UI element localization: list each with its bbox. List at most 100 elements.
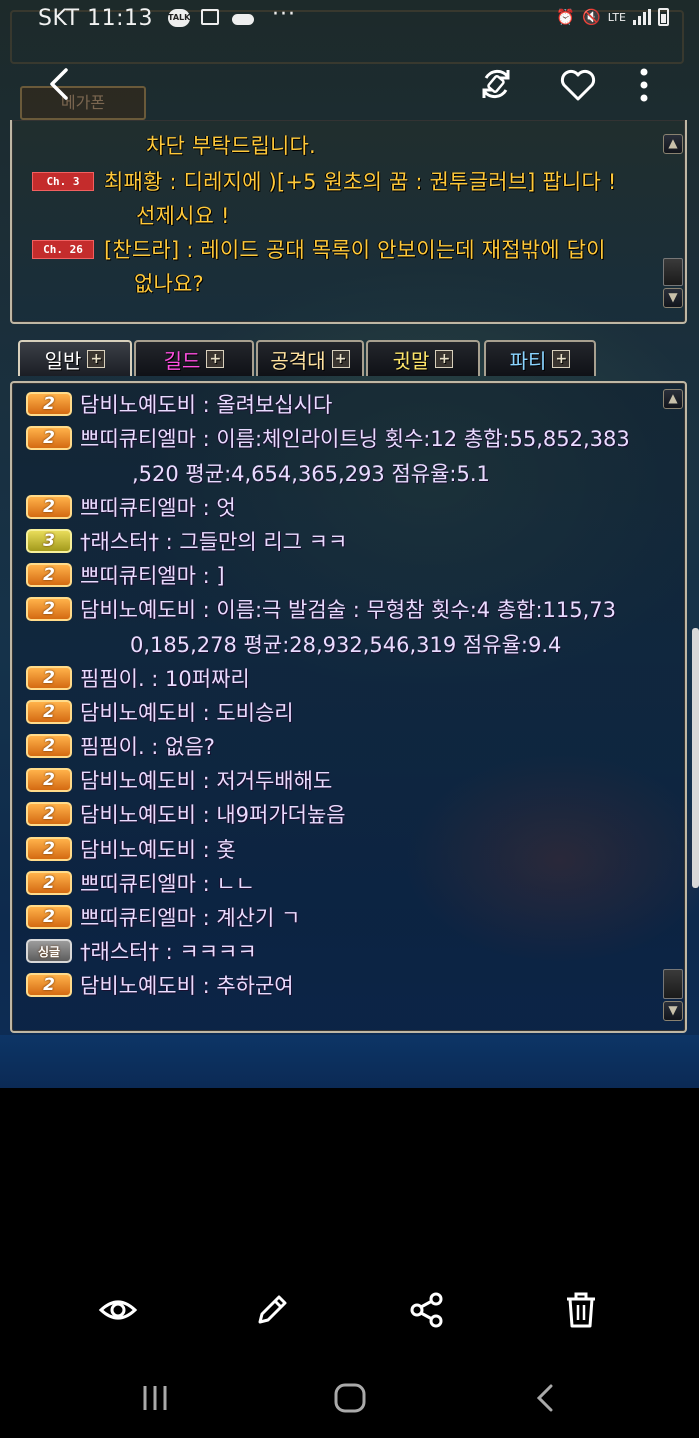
level-badge: 2 (26, 426, 72, 451)
chat-message-continuation: 0,185,278 평균:28,932,546,319 점유율:9.4 (130, 633, 562, 658)
chat-message: 2 담비노예도비 : 도비승리 (26, 697, 294, 727)
world-chat-line: 없나요? (134, 272, 204, 296)
chat-message: 2 핌핌이. : 10퍼짜리 (26, 663, 250, 693)
eye-icon[interactable] (98, 1290, 138, 1330)
level-badge: 2 (26, 734, 72, 758)
level-badge: 2 (26, 973, 72, 998)
share-icon[interactable] (407, 1290, 447, 1330)
chat-message: 2 담비노예도비 : 이름:극 발검술 : 무형참 횟수:4 총합:115,73 (26, 594, 616, 624)
level-badge: 싱글 (26, 939, 72, 964)
chat-message: 2 쁘띠큐티엘마 : ] (26, 560, 225, 590)
chat-message: 2 핌핌이. : 없음? (26, 731, 215, 761)
back-chevron-icon[interactable] (44, 64, 74, 104)
world-chat-line: 차단 부탁드립니다. (146, 134, 316, 158)
world-chat-line: 선제시요 ! (136, 204, 230, 228)
tab-whisper[interactable]: 귓말 + (366, 340, 480, 376)
tab-add-icon[interactable]: + (552, 350, 571, 368)
chat-message-text: 담비노예도비 : 내9퍼가더높음 (80, 803, 346, 828)
tab-label: 일반 (44, 348, 82, 373)
chat-message-text: 쁘띠큐티엘마 : 이름:체인라이트닝 횟수:12 총합:55,852,383 (80, 427, 630, 452)
level-badge: 2 (26, 494, 72, 519)
status-carrier-time: SKT 11:13 (38, 6, 154, 31)
chat-message: 2 담비노예도비 : 올려보십시다 (26, 389, 332, 419)
system-navigation-bar (0, 1360, 699, 1438)
scroll-down-button[interactable]: ▼ (663, 288, 683, 308)
channel-badge: Ch. 3 (32, 172, 94, 191)
chat-message-text: 담비노예도비 : 저거두배해도 (80, 769, 333, 794)
kakaotalk-icon: TALK (168, 9, 190, 27)
tab-raid[interactable]: 공격대 + (256, 340, 364, 376)
network-label: LTE (607, 10, 626, 24)
status-bar: SKT 11:13 TALK ··· ⏰ 🔇 LTE (0, 0, 699, 42)
channel-badge: Ch. 26 (32, 240, 94, 259)
tab-guild[interactable]: 길드 + (134, 340, 254, 376)
chat-message: 2 쁘띠큐티엘마 : 엇 (26, 492, 236, 522)
chat-message-text: 쁘띠큐티엘마 : 계산기 ㄱ (80, 906, 301, 930)
tab-party[interactable]: 파티 + (484, 340, 596, 376)
scroll-up-button[interactable]: ▲ (663, 134, 683, 154)
back-icon[interactable] (526, 1378, 566, 1418)
level-badge: 2 (26, 905, 72, 929)
level-badge: 2 (26, 699, 72, 724)
recent-apps-icon[interactable] (135, 1378, 175, 1418)
signal-icon (633, 9, 651, 25)
level-badge: 2 (26, 870, 72, 895)
chat-message-text: †래스터† : 그들만의 리그 ㅋㅋ (80, 529, 348, 554)
chat-message-text: 쁘띠큐티엘마 : ] (80, 564, 225, 588)
scroll-thumb[interactable] (663, 258, 683, 286)
chat-message: 2 담비노예도비 : 홋 (26, 834, 236, 864)
level-badge: 2 (26, 802, 72, 827)
status-right-icons: ⏰ 🔇 LTE (556, 8, 669, 26)
tab-label: 파티 (509, 348, 547, 373)
level-badge: 2 (26, 665, 72, 690)
chat-message: 2 쁘띠큐티엘마 : ㄴㄴ (26, 868, 255, 898)
level-badge: 2 (26, 392, 72, 416)
tab-add-icon[interactable]: + (87, 350, 106, 368)
heart-icon[interactable] (560, 68, 596, 102)
level-badge: 3 (26, 528, 72, 553)
trash-icon[interactable] (561, 1290, 601, 1330)
tab-label: 공격대 (270, 348, 326, 373)
tab-general[interactable]: 일반 + (18, 340, 132, 376)
chat-message-text: 담비노예도비 : 추하군여 (80, 974, 294, 999)
chat-message-text: 담비노예도비 : 이름:극 발검술 : 무형참 횟수:4 총합:115,73 (80, 598, 617, 623)
tab-add-icon[interactable]: + (331, 350, 350, 368)
tab-add-icon[interactable]: + (435, 350, 454, 368)
home-icon[interactable] (330, 1378, 370, 1418)
megaphone-chat-panel: 차단 부탁드립니다. Ch. 3 최패황 : 디레지에 )[+5 원초의 꿈 :… (10, 120, 687, 324)
megaphone-scrollbar[interactable]: ▲ ▼ (663, 134, 683, 314)
more-vertical-icon[interactable] (632, 66, 656, 104)
level-badge: 2 (26, 768, 72, 793)
level-badge: 2 (26, 836, 72, 861)
general-chat-panel: 2 담비노예도비 : 올려보십시다 2 쁘띠큐티엘마 : 이름:체인라이트닝 횟수:1… (10, 381, 687, 1033)
level-badge: 2 (26, 597, 72, 622)
chat-message: 2 담비노예도비 : 저거두배해도 (26, 765, 332, 795)
chat-scrollbar[interactable]: ▲ ▼ (663, 389, 683, 1025)
world-chat-line: [찬드라] : 레이드 공대 목록이 안보이는데 재접밖에 답이 (104, 238, 606, 262)
chat-message: 2 담비노예도비 : 추하군여 (26, 970, 294, 1000)
scroll-down-button[interactable]: ▼ (663, 1001, 683, 1021)
chat-message-text: 쁘띠큐티엘마 : ㄴㄴ (80, 871, 255, 896)
alarm-icon: ⏰ (556, 8, 576, 26)
tab-add-icon[interactable]: + (206, 350, 225, 368)
cloud-icon (232, 14, 254, 25)
chat-message-continuation: ,520 평균:4,654,365,293 점유율:5.1 (132, 462, 490, 487)
world-chat-line: 최패황 : 디레지에 )[+5 원초의 꿈 : 권투글러브] 팝니다 ! (104, 170, 617, 194)
more-notifications-icon: ··· (272, 2, 296, 27)
edit-pencil-icon[interactable] (252, 1290, 292, 1330)
chat-message-text: 핌핌이. : 10퍼짜리 (80, 666, 250, 691)
gallery-icon (201, 9, 219, 25)
chat-message-text: 쁘띠큐티엘마 : 엇 (80, 495, 236, 520)
level-badge: 2 (26, 563, 72, 587)
tab-label: 길드 (163, 348, 201, 373)
scroll-thumb[interactable] (663, 969, 683, 999)
chat-message: 3 †래스터† : 그들만의 리그 ㅋㅋ (26, 526, 347, 556)
page-scroll-indicator[interactable] (692, 628, 699, 888)
chat-message-text: 담비노예도비 : 홋 (80, 837, 236, 862)
scroll-up-button[interactable]: ▲ (663, 389, 683, 409)
rotate-icon[interactable] (478, 66, 514, 102)
chat-message: 2 쁘띠큐티엘마 : 이름:체인라이트닝 횟수:12 총합:55,852,383 (26, 423, 630, 453)
chat-message: 싱글 †래스터† : ㅋㅋㅋㅋ (26, 936, 257, 966)
tab-label: 귓말 (392, 348, 430, 373)
chat-message-text: †래스터† : ㅋㅋㅋㅋ (80, 940, 257, 965)
